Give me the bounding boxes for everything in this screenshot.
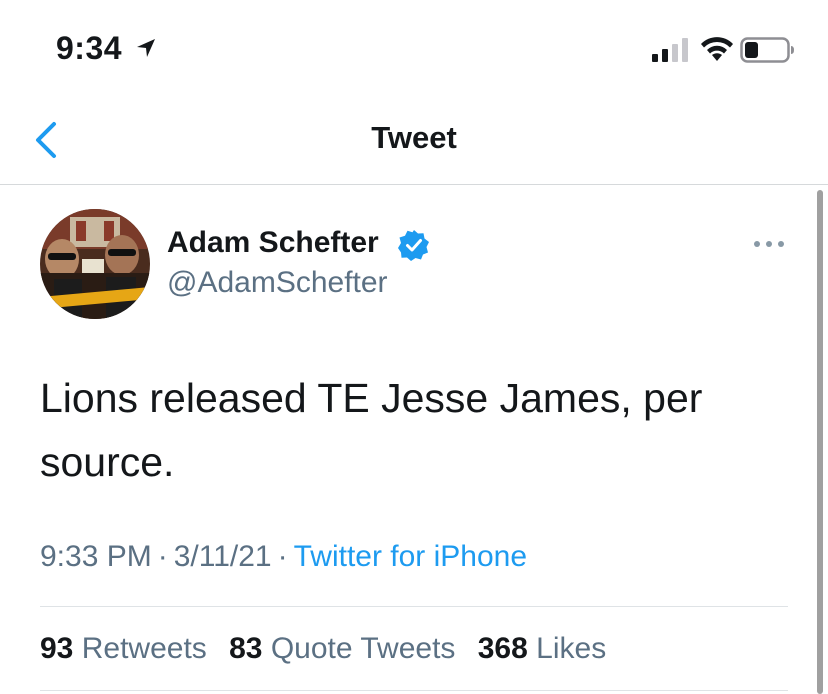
likes-stat[interactable]: 368 Likes bbox=[478, 632, 606, 665]
cellular-signal-icon bbox=[652, 38, 688, 62]
scrollbar[interactable] bbox=[817, 190, 823, 694]
divider bbox=[40, 606, 788, 607]
tweet-text: Lions released TE Jesse James, per sourc… bbox=[40, 375, 703, 485]
verified-badge-icon bbox=[398, 230, 429, 261]
wifi-icon bbox=[701, 37, 733, 61]
author-handle[interactable]: @AdamSchefter bbox=[167, 266, 388, 300]
tweet-time: 9:33 PM bbox=[40, 540, 152, 573]
retweets-count: 93 bbox=[40, 632, 74, 665]
tweet-source-link[interactable]: Twitter for iPhone bbox=[294, 540, 527, 573]
tweet-date: 3/11/21 bbox=[173, 540, 272, 573]
divider bbox=[40, 690, 788, 691]
quote-tweets-stat[interactable]: 83 Quote Tweets bbox=[229, 632, 455, 665]
tweet-metadata: 9:33 PM · 3/11/21 · Twitter for iPhone bbox=[40, 540, 527, 574]
quote-tweets-label: Quote Tweets bbox=[270, 632, 456, 665]
author-name[interactable]: Adam Schefter bbox=[167, 226, 379, 260]
quote-tweets-count: 83 bbox=[229, 632, 263, 665]
battery-icon bbox=[740, 37, 794, 63]
separator: · bbox=[157, 540, 168, 573]
more-horizontal-icon[interactable] bbox=[752, 238, 786, 250]
tweet-stats: 93 Retweets 83 Quote Tweets 368 Likes bbox=[40, 632, 620, 666]
page-title: Tweet bbox=[371, 120, 457, 155]
navigation-bar: Tweet bbox=[0, 96, 828, 185]
likes-label: Likes bbox=[536, 632, 607, 665]
location-arrow-icon bbox=[137, 39, 155, 57]
avatar[interactable] bbox=[40, 209, 150, 319]
retweets-label: Retweets bbox=[81, 632, 207, 665]
tweet-detail-screen: 9:34 Tweet Adam Schefter @AdamSchefter L… bbox=[0, 0, 828, 694]
separator: · bbox=[277, 540, 288, 573]
likes-count: 368 bbox=[477, 632, 528, 665]
avatar-image bbox=[40, 209, 150, 319]
retweets-stat[interactable]: 93 Retweets bbox=[40, 632, 207, 665]
status-bar: 9:34 bbox=[0, 0, 828, 96]
status-time: 9:34 bbox=[56, 30, 123, 66]
